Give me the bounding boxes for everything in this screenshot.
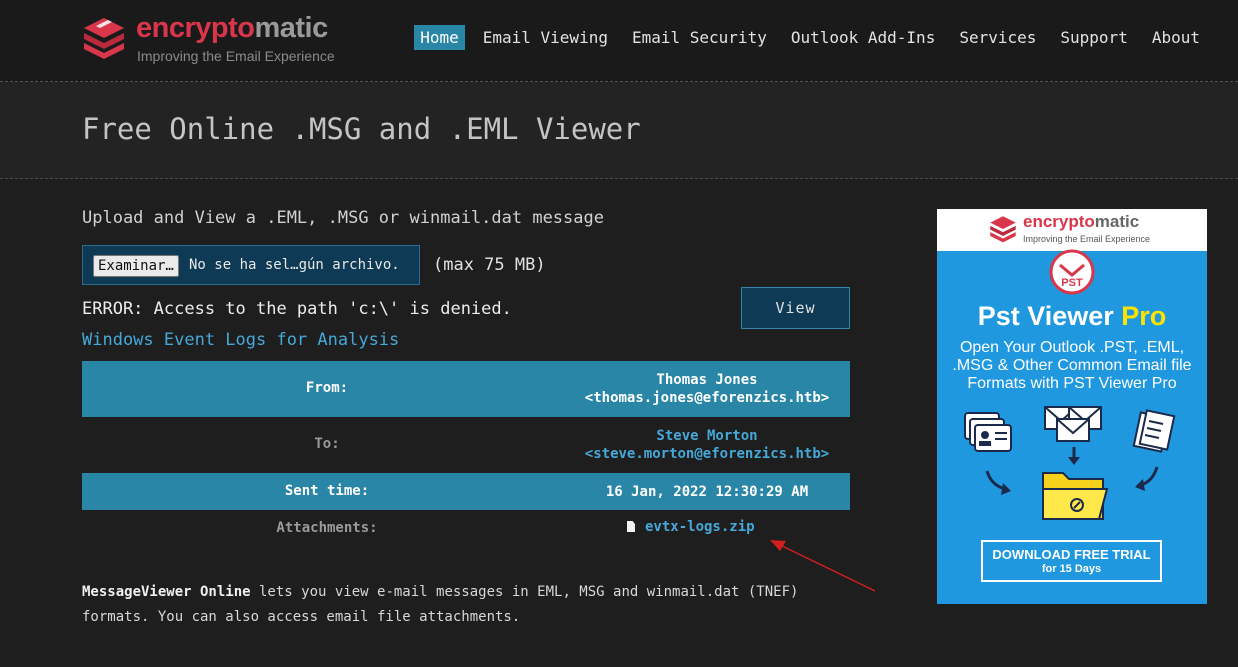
- file-status-text: No se ha sel…gún archivo.: [189, 257, 400, 273]
- nav-home[interactable]: Home: [414, 25, 465, 50]
- to-value[interactable]: Steve Morton <steve.morton@eforenzics.ht…: [572, 427, 842, 463]
- nav-email-viewing[interactable]: Email Viewing: [477, 25, 614, 50]
- ad-brand-name: encryptomatic: [1023, 212, 1140, 231]
- message-details-table: From: Thomas Jones <thomas.jones@eforenz…: [82, 361, 850, 547]
- from-row: From: Thomas Jones <thomas.jones@eforenz…: [82, 361, 850, 417]
- sent-time-value: 16 Jan, 2022 12:30:29 AM: [605, 484, 809, 500]
- attachments-label: Attachments:: [276, 520, 378, 536]
- nav-support[interactable]: Support: [1054, 25, 1133, 50]
- nav-outlook-add-ins[interactable]: Outlook Add-Ins: [785, 25, 942, 50]
- to-label: To:: [314, 436, 340, 452]
- sent-time-row: Sent time: 16 Jan, 2022 12:30:29 AM: [82, 473, 850, 510]
- error-message: ERROR: Access to the path 'c:\' is denie…: [82, 299, 512, 319]
- ad-title: Pst Viewer Pro: [977, 301, 1167, 331]
- cta-line1: DOWNLOAD FREE TRIAL: [992, 547, 1151, 562]
- message-subject[interactable]: Windows Event Logs for Analysis: [82, 330, 399, 350]
- description-text: MessageViewer Online lets you view e-mai…: [82, 580, 802, 630]
- title-band: Free Online .MSG and .EML Viewer: [0, 82, 1238, 179]
- from-email: <thomas.jones@eforenzics.htb>: [584, 390, 830, 406]
- from-name: Thomas Jones: [656, 372, 758, 388]
- ad-brand-tagline: Improving the Email Experience: [1023, 234, 1151, 244]
- from-label: From:: [305, 380, 349, 396]
- ad-description: Open Your Outlook .PST, .EML, .MSG & Oth…: [952, 339, 1192, 392]
- encryptomatic-logo-icon: [84, 18, 124, 59]
- document-icon: [627, 521, 635, 532]
- description-bold: MessageViewer Online: [82, 584, 251, 600]
- main-nav: Home Email Viewing Email Security Outloo…: [402, 25, 1206, 50]
- brand-tagline: Improving the Email Experience: [137, 48, 335, 64]
- from-value: Thomas Jones <thomas.jones@eforenzics.ht…: [572, 371, 842, 407]
- attachment-link[interactable]: evtx-logs.zip: [627, 519, 755, 535]
- attachment-name[interactable]: evtx-logs.zip: [645, 519, 755, 535]
- brand-name: encryptomatic: [136, 12, 328, 44]
- sent-time-label: Sent time:: [284, 483, 370, 499]
- file-input[interactable]: Examinar… No se ha sel…gún archivo.: [82, 245, 420, 285]
- browse-button[interactable]: Examinar…: [93, 255, 179, 277]
- view-button[interactable]: View: [741, 287, 850, 329]
- nav-email-security[interactable]: Email Security: [626, 25, 773, 50]
- pst-viewer-ad[interactable]: encryptomatic Improving the Email Experi…: [937, 209, 1207, 604]
- page-title: Free Online .MSG and .EML Viewer: [82, 112, 641, 146]
- max-size-note: (max 75 MB): [433, 255, 546, 275]
- ad-brand-logo-icon: [990, 216, 1016, 243]
- file-conversion-graphic-icon: [964, 406, 1176, 520]
- brand-logo[interactable]: encryptomatic Improving the Email Experi…: [82, 12, 352, 70]
- to-row: To: Steve Morton <steve.morton@eforenzic…: [82, 417, 850, 473]
- to-email[interactable]: <steve.morton@eforenzics.htb>: [572, 445, 842, 463]
- nav-services[interactable]: Services: [953, 25, 1042, 50]
- upload-heading: Upload and View a .EML, .MSG or winmail.…: [82, 208, 604, 228]
- to-name[interactable]: Steve Morton: [572, 427, 842, 445]
- svg-text:PST: PST: [1061, 277, 1083, 289]
- pst-badge-icon: PST: [1049, 249, 1095, 295]
- nav-about[interactable]: About: [1146, 25, 1206, 50]
- site-header: encryptomatic Improving the Email Experi…: [0, 0, 1238, 82]
- download-trial-button[interactable]: DOWNLOAD FREE TRIAL for 15 Days: [981, 540, 1162, 582]
- cta-line2: for 15 Days: [1041, 563, 1102, 575]
- attachments-row: Attachments: evtx-logs.zip: [82, 510, 850, 547]
- ad-brand-bar: encryptomatic Improving the Email Experi…: [937, 209, 1207, 251]
